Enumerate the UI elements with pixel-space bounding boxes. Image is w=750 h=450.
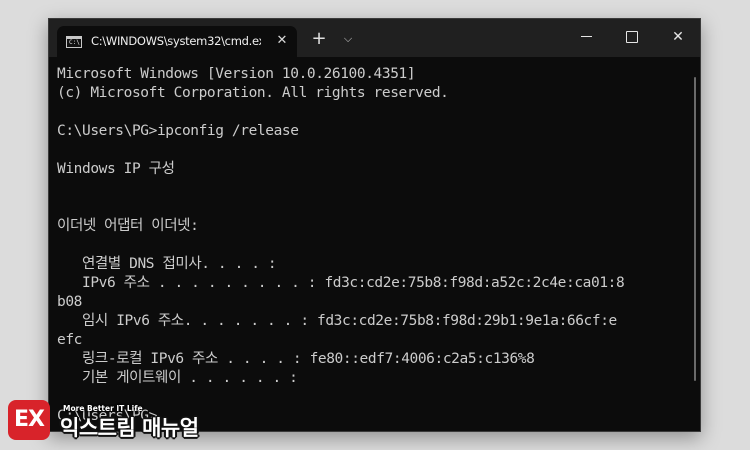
console-line: Windows IP 구성 (57, 161, 175, 177)
watermark-logo: EX More Better IT Life 익스트림 매뉴얼 (8, 398, 208, 444)
tab-title: C:\WINDOWS\system32\cmd.exe (91, 34, 261, 48)
console-line: (c) Microsoft Corporation. All rights re… (57, 85, 449, 101)
console-line: 연결별 DNS 접미사. . . . : (57, 256, 277, 272)
close-tab-button[interactable]: ✕ (271, 30, 293, 52)
console-line: 임시 IPv6 주소. . . . . . . : fd3c:cd2e:75b8… (57, 313, 617, 329)
maximize-button[interactable] (609, 19, 655, 55)
cmd-icon: C:\ (66, 36, 82, 48)
scrollbar-thumb[interactable] (694, 77, 696, 381)
console-line: 링크-로컬 IPv6 주소 . . . . : fe80::edf7:4006:… (57, 351, 535, 367)
logo-badge: EX (8, 400, 50, 440)
console-line: IPv6 주소 . . . . . . . . . : fd3c:cd2e:75… (57, 275, 625, 291)
cmd-icon-glyph: C:\ (69, 39, 80, 46)
logo-name: 익스트림 매뉴얼 (60, 416, 199, 440)
terminal-window: C:\ C:\WINDOWS\system32\cmd.exe ✕ + ⌵ ✕ … (48, 18, 701, 432)
console-line: b08 (57, 294, 82, 310)
title-bar[interactable]: C:\ C:\WINDOWS\system32\cmd.exe ✕ + ⌵ ✕ (49, 19, 700, 57)
close-window-button[interactable]: ✕ (655, 19, 700, 55)
new-tab-button[interactable]: + (307, 28, 331, 50)
console-line: C:\Users\PG>ipconfig /release (57, 123, 299, 139)
console-line: Microsoft Windows [Version 10.0.26100.43… (57, 66, 416, 82)
console-line: 기본 게이트웨이 . . . . . . : (57, 370, 298, 386)
tab-cmd[interactable]: C:\ C:\WINDOWS\system32\cmd.exe ✕ (57, 26, 297, 57)
maximize-icon (626, 31, 638, 43)
minimize-icon (581, 36, 592, 37)
minimize-button[interactable] (563, 19, 609, 55)
console-output[interactable]: Microsoft Windows [Version 10.0.26100.43… (57, 65, 687, 425)
console-line: 이더넷 어댑터 이더넷: (57, 218, 199, 234)
tab-dropdown-button[interactable]: ⌵ (337, 28, 359, 50)
console-line: efc (57, 332, 82, 348)
